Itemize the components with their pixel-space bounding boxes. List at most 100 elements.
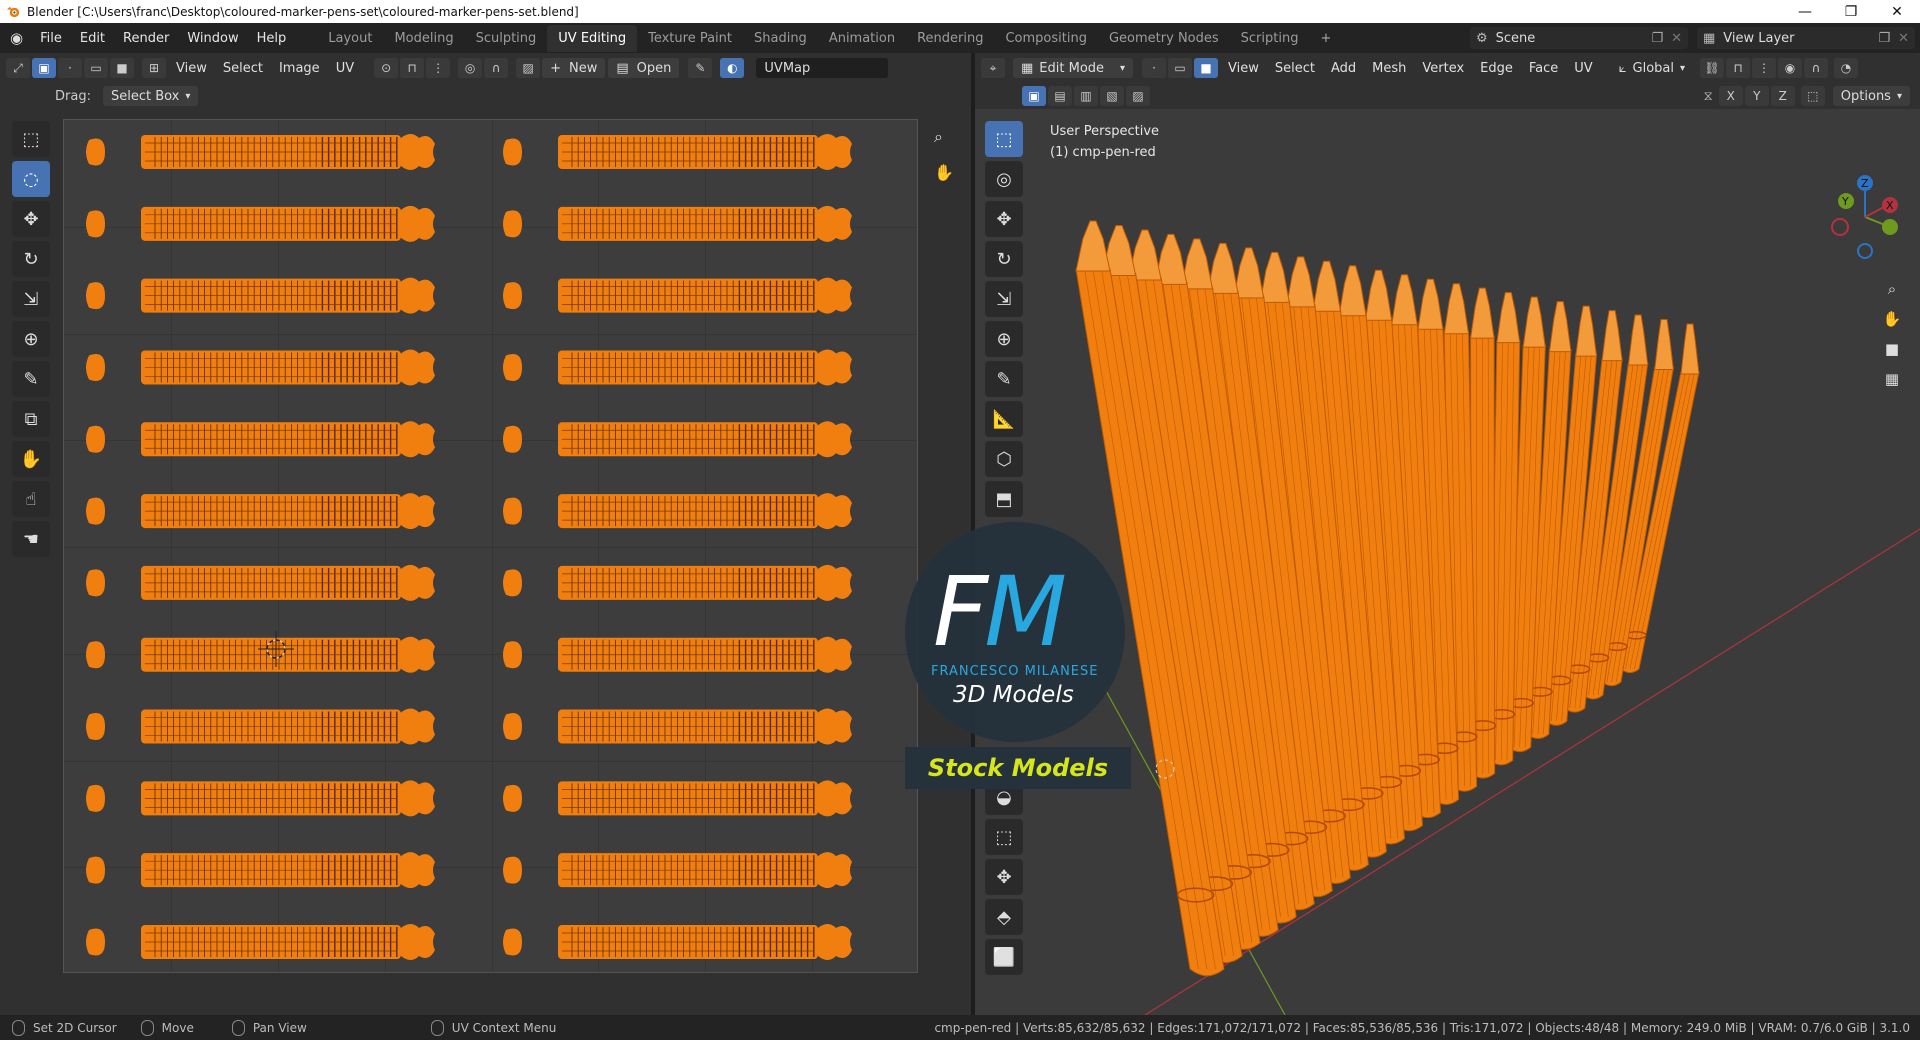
edge-select-icon[interactable]: ▭ xyxy=(1168,58,1192,78)
uv-menu-uv[interactable]: UV xyxy=(328,61,362,76)
face-select-icon[interactable]: ■ xyxy=(110,58,134,78)
annotate-icon[interactable]: ✎ xyxy=(12,361,50,397)
face-select-icon[interactable]: ■ xyxy=(1194,58,1218,78)
3d-cursor-icon[interactable]: ◎ xyxy=(985,161,1023,197)
select-cursor-icon[interactable]: ⬚ xyxy=(985,121,1023,157)
vp-menu-mesh[interactable]: Mesh xyxy=(1364,61,1414,76)
menu-file[interactable]: File xyxy=(31,31,71,46)
viewport-gizmo-icon[interactable]: ◔ xyxy=(1834,58,1859,78)
add-cube-icon[interactable]: ⬡ xyxy=(985,441,1023,477)
uv-island[interactable] xyxy=(86,852,435,889)
transform-orientation-dropdown[interactable]: ⟀ Global ▾ xyxy=(1611,58,1693,78)
falloff-icon[interactable]: ∩ xyxy=(484,58,509,78)
snap-target-icon[interactable]: ⋮ xyxy=(426,58,451,78)
rotate-icon[interactable]: ↻ xyxy=(985,241,1023,277)
falloff-icon[interactable]: ∩ xyxy=(1804,58,1829,78)
close-icon[interactable]: ✕ xyxy=(1898,31,1909,46)
select-box-icon[interactable]: ◌ xyxy=(12,161,50,197)
uv-island[interactable] xyxy=(86,349,435,386)
tab-sculpting[interactable]: Sculpting xyxy=(465,25,548,52)
pin-icon[interactable]: ✎ xyxy=(688,58,713,78)
tab-texture-paint[interactable]: Texture Paint xyxy=(637,25,743,52)
close-icon[interactable]: ✕ xyxy=(1671,31,1682,46)
options-dropdown[interactable]: Options ▾ xyxy=(1832,86,1910,106)
snap-target-icon[interactable]: ⋮ xyxy=(1752,58,1777,78)
grab-icon[interactable]: ✋ xyxy=(12,441,50,477)
uv-island[interactable] xyxy=(86,205,435,242)
tab-rendering[interactable]: Rendering xyxy=(906,25,994,52)
proportional-edit-icon[interactable]: ◉ xyxy=(1778,58,1803,78)
move-icon[interactable]: ✥ xyxy=(12,201,50,237)
uv-island[interactable] xyxy=(86,924,435,960)
mirror-x-button[interactable]: X xyxy=(1718,86,1743,106)
uv-island[interactable] xyxy=(503,708,852,745)
uv-island[interactable] xyxy=(503,852,852,889)
copy-icon[interactable]: ❐ xyxy=(1878,31,1890,46)
snap-icon[interactable]: ⊓ xyxy=(400,58,425,78)
scale-icon[interactable]: ⇲ xyxy=(12,281,50,317)
vp-menu-view[interactable]: View xyxy=(1220,61,1267,76)
uv-island[interactable] xyxy=(503,421,852,458)
proportional-edit-icon[interactable]: ◎ xyxy=(458,58,483,78)
shrink-fatten-icon[interactable]: ⬘ xyxy=(985,899,1023,935)
uv-island[interactable] xyxy=(503,564,852,601)
uv-island[interactable] xyxy=(503,277,852,314)
menu-help[interactable]: Help xyxy=(248,31,296,46)
mirror-z-button[interactable]: Z xyxy=(1770,86,1795,106)
auto-merge-icon[interactable]: ⬚ xyxy=(1800,86,1825,106)
edge-select-icon[interactable]: ▭ xyxy=(84,58,108,78)
view-layer-selector[interactable]: ▦ View Layer ❐ ✕ xyxy=(1697,27,1915,49)
add-workspace-button[interactable]: + xyxy=(1309,25,1342,52)
scale-icon[interactable]: ⇲ xyxy=(985,281,1023,317)
edge-slide-icon[interactable]: ✥ xyxy=(985,859,1023,895)
sticky-mode-icon[interactable]: ⊞ xyxy=(142,58,166,78)
select-extend-icon[interactable]: ▤ xyxy=(1048,86,1072,106)
mode-dropdown[interactable]: ▦ Edit Mode ▾ xyxy=(1013,58,1133,78)
select-cursor-icon[interactable]: ⬚ xyxy=(12,121,50,157)
restore-button[interactable]: ❐ xyxy=(1828,4,1874,20)
editor-type-icon[interactable]: ⤢ xyxy=(6,58,30,78)
menu-window[interactable]: Window xyxy=(178,31,247,46)
pivot-icon[interactable]: ⊙ xyxy=(374,58,399,78)
editor-type-icon[interactable]: ⌖ xyxy=(981,58,1005,78)
uv-island[interactable] xyxy=(86,564,435,601)
pan-hand-icon[interactable]: ✋ xyxy=(1880,310,1904,334)
tab-uv-editing[interactable]: UV Editing xyxy=(547,24,638,52)
extrude-icon[interactable]: ⬒ xyxy=(985,481,1023,517)
vp-menu-vertex[interactable]: Vertex xyxy=(1414,61,1472,76)
tab-modeling[interactable]: Modeling xyxy=(383,25,464,52)
smooth-icon[interactable]: ⬚ xyxy=(985,819,1023,855)
open-image-button[interactable]: ▤ Open xyxy=(608,58,680,78)
pan-hand-icon[interactable]: ✋ xyxy=(934,163,954,182)
uv-island[interactable] xyxy=(503,493,852,530)
blender-menu-icon[interactable]: ◉ xyxy=(10,29,23,47)
pivot-icon[interactable]: ⛓ xyxy=(1700,58,1725,78)
vp-menu-uv[interactable]: UV xyxy=(1566,61,1600,76)
uv-island[interactable] xyxy=(86,134,435,170)
zoom-icon[interactable]: ⌕ xyxy=(1880,280,1904,304)
vp-menu-add[interactable]: Add xyxy=(1323,61,1364,76)
uv-island[interactable] xyxy=(503,924,852,960)
tab-layout[interactable]: Layout xyxy=(317,25,383,52)
vp-menu-select[interactable]: Select xyxy=(1267,61,1323,76)
annotate-icon[interactable]: ✎ xyxy=(985,361,1023,397)
shear-icon[interactable]: ⬜ xyxy=(985,939,1023,975)
uv-island[interactable] xyxy=(503,349,852,386)
relax-icon[interactable]: ☝ xyxy=(12,481,50,517)
tab-animation[interactable]: Animation xyxy=(818,25,906,52)
uv-canvas[interactable] xyxy=(63,119,918,973)
select-new-icon[interactable]: ▣ xyxy=(1022,86,1046,106)
vp-menu-face[interactable]: Face xyxy=(1521,61,1566,76)
rip-region-icon[interactable]: ⧉ xyxy=(12,401,50,437)
close-button[interactable]: ✕ xyxy=(1874,4,1920,20)
select-subtract-icon[interactable]: ▥ xyxy=(1074,86,1098,106)
rotate-icon[interactable]: ↻ xyxy=(12,241,50,277)
menu-edit[interactable]: Edit xyxy=(71,31,114,46)
navigation-gizmo[interactable]: Z X Y xyxy=(1830,173,1900,259)
drag-select-box-dropdown[interactable]: Select Box ▾ xyxy=(102,86,199,106)
tab-geometry-nodes[interactable]: Geometry Nodes xyxy=(1098,25,1230,52)
mirror-y-button[interactable]: Y xyxy=(1744,86,1769,106)
uv-island[interactable] xyxy=(86,277,435,314)
uv-island[interactable] xyxy=(503,134,852,170)
uv-menu-select[interactable]: Select xyxy=(215,61,271,76)
